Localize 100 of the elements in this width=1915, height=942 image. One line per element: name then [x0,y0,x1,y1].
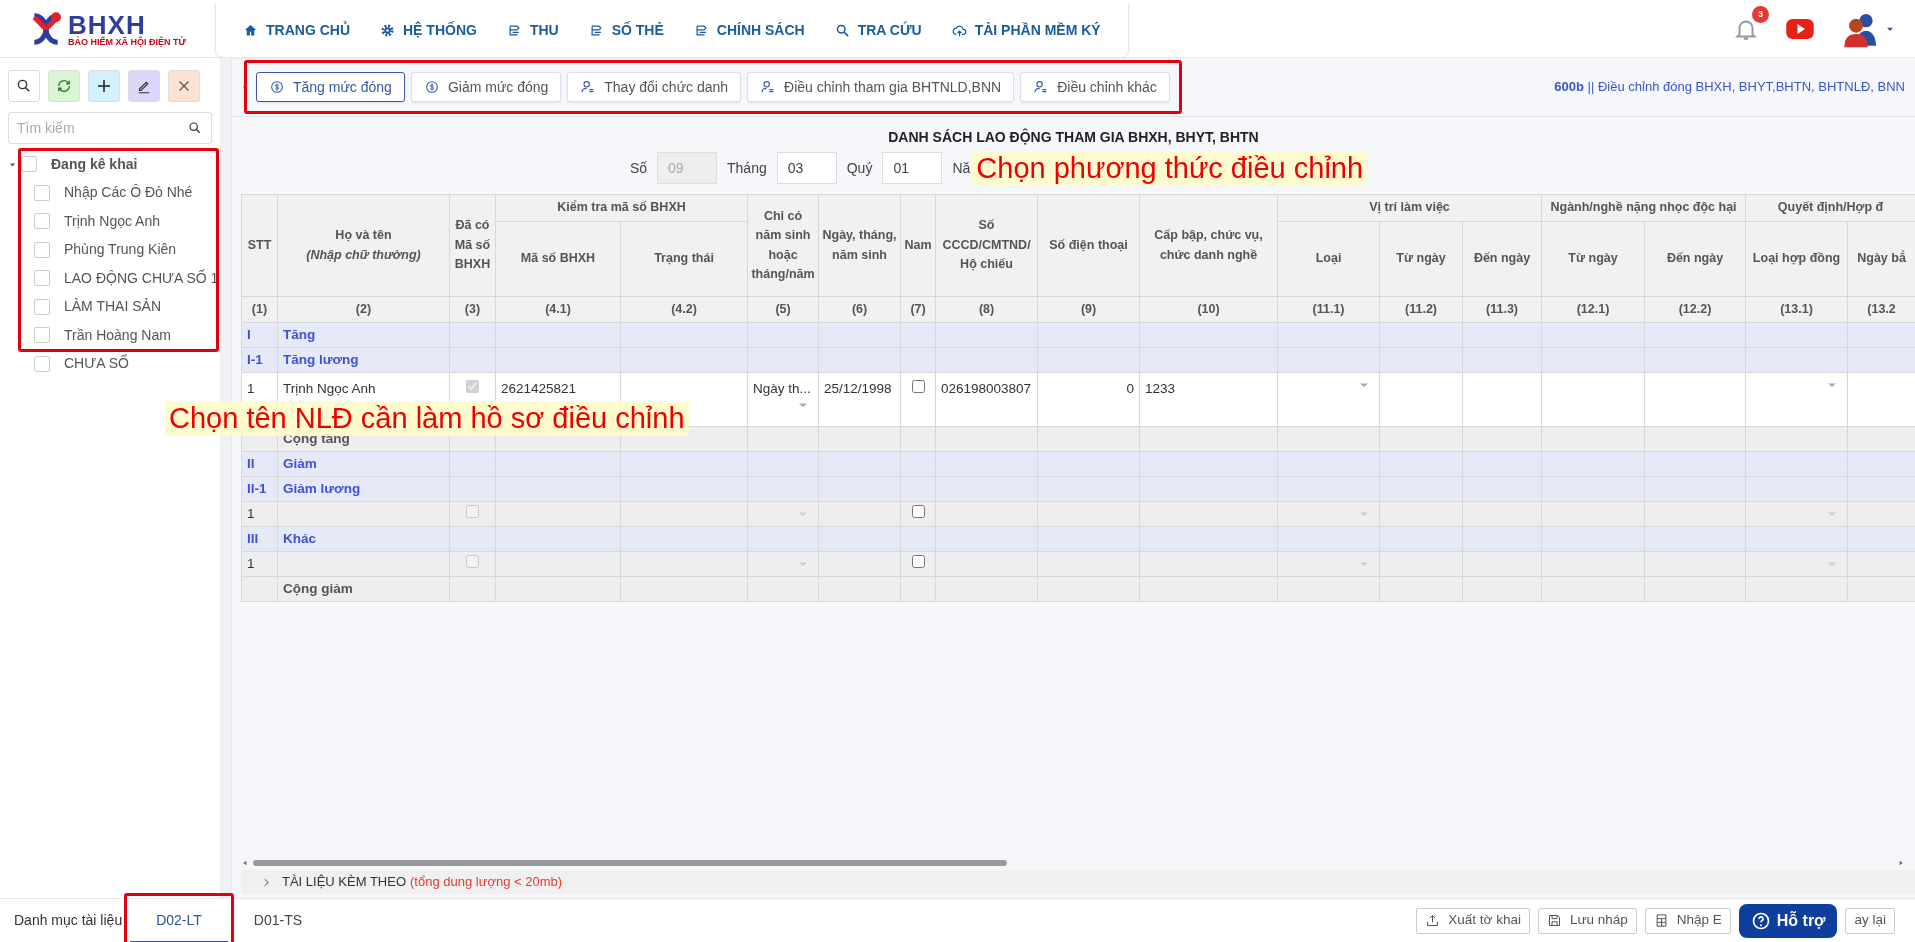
nav-link[interactable]: TRA CỨU [819,20,937,41]
column-header: Ngành/nghề nặng nhọc độc hại [1541,194,1746,222]
input-field[interactable]: 03 [776,152,837,184]
tree-item[interactable]: Trịnh Ngọc Anh [64,210,160,232]
action-button[interactable]: ay lại [1845,907,1895,934]
section-label: Khác [277,526,450,552]
nav-link[interactable]: SỐ THẺ [573,20,679,41]
nav-link[interactable]: THU [491,20,574,41]
column-number: (10) [1139,296,1278,323]
section-label: Tăng lương [277,347,450,373]
section-label: Giảm [277,451,450,477]
column-header: Chỉ có năm sinh hoặc tháng/năm [747,194,819,297]
help-button[interactable]: Hỗ trợ [1738,903,1838,938]
toolbar-button[interactable]: Tăng mức đóng [256,72,405,102]
checkbox[interactable] [34,241,50,258]
field-label: Quý [846,158,873,178]
column-header: Đã có Mã số BHXH [449,194,496,297]
section-code: I-1 [241,347,278,373]
column-number: (13.2 [1847,296,1915,323]
checkbox[interactable] [34,213,50,230]
tree-item[interactable]: Trần Hoàng Nam [64,324,171,346]
toolbar-button[interactable]: Điều chỉnh tham gia BHTNLD,BNN [747,72,1015,102]
column-number: (12.2) [1644,296,1746,323]
column-number: (11.2) [1379,296,1463,323]
documents-label: Danh mục tài liệu [14,911,123,930]
column-header: Trạng thái [620,221,748,297]
column-header: Ngày bắ [1847,221,1915,297]
row-number: 1 [247,381,255,396]
plus-button[interactable] [88,70,120,102]
column-header: Kiểm tra mã số BHXH [495,194,748,222]
pencil-button[interactable] [128,70,160,102]
checkbox[interactable] [34,184,50,201]
nav-link[interactable]: TRANG CHỦ [228,20,365,41]
column-header: Số CCCD/CMTND/ Hộ chiếu [935,194,1038,297]
column-number: (9) [1037,296,1140,323]
table-cell[interactable]: 1233 [1145,381,1176,396]
column-note: (Nhập chữ thường) [305,246,422,264]
list-icon [693,23,709,38]
input-field[interactable]: 01 [882,152,943,184]
checkbox[interactable] [34,327,50,344]
field-label: Nă [952,158,971,178]
column-number: (1) [241,296,278,323]
search-button[interactable] [8,70,40,102]
action-button[interactable]: Nhập E [1644,907,1731,934]
size-note: (tổng dung lượng < 20mb) [410,873,563,892]
table-cell[interactable]: Trịnh Ngọc Anh [283,381,376,396]
search-icon [834,23,850,38]
scroll-right-icon [1897,859,1905,867]
scroll-left-icon [241,859,249,867]
nav-link[interactable]: TẢI PHẦN MỀM KÝ [936,20,1116,41]
toolbar-button[interactable]: Giảm mức đóng [410,72,562,102]
table-cell[interactable]: 0 [1126,381,1134,396]
field-label: Tháng [727,158,767,178]
column-number: (2) [277,296,450,323]
column-header: Cấp bập, chức vụ, chức danh nghề [1139,194,1278,297]
toolbar-button[interactable]: Điều chỉnh khác [1020,72,1170,102]
close-button[interactable] [168,70,200,102]
column-number: (12.1) [1541,296,1645,323]
checkbox[interactable] [911,504,925,518]
field-label: Số [629,158,648,178]
column-header: Từ ngày [1541,221,1645,297]
scrollbar[interactable] [253,860,1008,866]
table-cell[interactable]: 2621425821 [501,381,577,396]
search-field[interactable]: Tìm kiếm [8,112,212,144]
upload-icon [1425,913,1441,928]
checkbox[interactable] [34,270,50,287]
action-button[interactable]: Xuất tờ khai [1416,907,1530,934]
nav-link[interactable]: CHÍNH SÁCH [678,20,820,41]
tree-item[interactable]: Phùng Trung Kiên [64,239,177,261]
section-code: II-1 [241,476,278,502]
section-label: Giảm lương [277,476,450,502]
tree-item[interactable]: Nhập Các Ô Đỏ Nhé [64,182,193,204]
column-number: (6) [818,296,901,323]
section-title[interactable]: TÀI LIỆU KÈM THEO [282,872,406,892]
tree-item[interactable]: CHƯA SỐ [64,353,129,375]
list-icon [506,23,522,38]
document-tab[interactable]: D01-TS [227,898,329,942]
spreadsheet-icon [1653,913,1669,928]
toolbar-button[interactable]: Thay đổi chức danh [567,72,742,102]
logo[interactable]: BHXH BẢO HIỂM XÃ HỘI ĐIỆN TỬ [0,0,215,58]
refresh-button[interactable] [48,70,80,102]
search-icon [15,77,33,95]
help-icon [1750,910,1771,931]
tree-item[interactable]: LÀM THAI SẢN [64,296,161,318]
checkbox[interactable] [911,554,925,568]
action-button[interactable]: Lưu nháp [1537,907,1637,934]
column-header: STT [241,194,278,297]
column-header: Đến ngày [1644,221,1746,297]
checkbox[interactable] [34,298,50,315]
checkbox[interactable] [911,380,925,393]
column-number: (8) [935,296,1038,323]
nav-link[interactable]: HỆ THỐNG [365,20,492,41]
notification-badge: 3 [1752,6,1769,23]
plus-icon [95,77,113,95]
document-tab[interactable]: D02-LT [130,898,228,942]
checkbox[interactable] [34,355,50,372]
cloud-upload-icon [951,23,967,38]
column-number: (4.2) [620,296,748,323]
tree-item[interactable]: Đang kê khai [51,153,138,175]
checkbox[interactable] [21,156,37,173]
